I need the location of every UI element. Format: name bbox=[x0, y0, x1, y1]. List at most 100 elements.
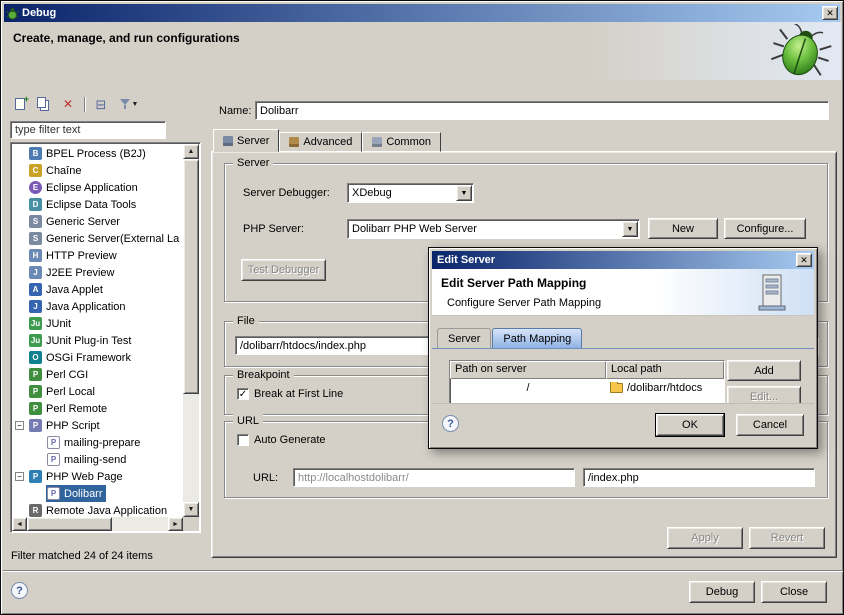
scroll-down-button[interactable]: ▼ bbox=[183, 502, 199, 517]
tree-vertical-scrollbar[interactable]: ▲ ▼ bbox=[183, 144, 199, 517]
new-launch-configuration-button[interactable]: + bbox=[9, 94, 31, 114]
tree-item-perl-cgi[interactable]: P Perl CGI bbox=[12, 366, 183, 383]
column-header-path-on-server[interactable]: Path on server bbox=[450, 361, 606, 379]
close-button[interactable]: Close bbox=[761, 581, 827, 603]
tab-server-settings[interactable]: Server bbox=[437, 328, 491, 348]
tab-advanced[interactable]: Advanced bbox=[279, 132, 362, 152]
scroll-left-button[interactable]: ◄ bbox=[12, 517, 27, 531]
chevron-down-icon: ▼ bbox=[461, 190, 468, 197]
delete-icon: ✕ bbox=[63, 97, 73, 111]
new-server-button[interactable]: New bbox=[648, 218, 718, 239]
tree-item-label: BPEL Process (B2J) bbox=[46, 148, 146, 160]
tree-item-label: J2EE Preview bbox=[46, 267, 114, 279]
server-debugger-label: Server Debugger: bbox=[243, 187, 330, 199]
tree-item-java-applet[interactable]: AJava Applet bbox=[12, 281, 183, 298]
tree-item-generic-server-external-la[interactable]: SGeneric Server(External La bbox=[12, 230, 183, 247]
tree-item-label: HTTP Preview bbox=[46, 250, 117, 262]
tab-common[interactable]: Common bbox=[362, 132, 441, 152]
tree-item-php-script[interactable]: −PPHP Script bbox=[12, 417, 183, 434]
tree-item-remote-java-application[interactable]: RRemote Java Application bbox=[12, 502, 183, 517]
tree-item-dolibarr[interactable]: PDolibarr bbox=[12, 485, 183, 502]
combo-dropdown-button[interactable]: ▼ bbox=[456, 185, 472, 201]
apply-button[interactable]: Apply bbox=[667, 527, 743, 549]
path-mapping-row[interactable]: //dolibarr/htdocs bbox=[450, 379, 724, 396]
name-input[interactable]: Dolibarr bbox=[255, 101, 829, 120]
filter-input[interactable]: type filter text bbox=[10, 121, 166, 139]
tree-rows: BBPEL Process (B2J)CChaîneEEclipse Appli… bbox=[12, 145, 183, 517]
tree-item-j2ee-preview[interactable]: JJ2EE Preview bbox=[12, 264, 183, 281]
delete-launch-configuration-button[interactable]: ✕ bbox=[57, 94, 79, 114]
perl-icon: P bbox=[29, 368, 42, 381]
close-icon: ✕ bbox=[800, 255, 808, 266]
close-icon: ✕ bbox=[826, 8, 834, 19]
url-base-input[interactable]: http://localhostdolibarr/ bbox=[293, 468, 575, 487]
debug-button[interactable]: Debug bbox=[689, 581, 755, 603]
help-button[interactable]: ? bbox=[11, 582, 28, 599]
tree-item-content: SGeneric Server(External La bbox=[28, 230, 182, 247]
edit-server-heading: Edit Server Path Mapping bbox=[441, 276, 586, 290]
tree-item-junit[interactable]: JuJUnit bbox=[12, 315, 183, 332]
server-debugger-combo[interactable]: XDebug ▼ bbox=[347, 183, 474, 203]
eclipse-data-tools-icon: D bbox=[29, 198, 42, 211]
tree-item-eclipse-application[interactable]: EEclipse Application bbox=[12, 179, 183, 196]
tree-item-bpel-process-b2j[interactable]: BBPEL Process (B2J) bbox=[12, 145, 183, 162]
edit-server-tab-bar: Server Path Mapping bbox=[432, 328, 814, 349]
cancel-button[interactable]: Cancel bbox=[736, 414, 804, 436]
tree-item-generic-server[interactable]: SGeneric Server bbox=[12, 213, 183, 230]
vertical-scroll-thumb[interactable] bbox=[183, 159, 199, 394]
tree-item-perl-remote[interactable]: PPerl Remote bbox=[12, 400, 183, 417]
revert-button[interactable]: Revert bbox=[749, 527, 825, 549]
duplicate-launch-configuration-button[interactable] bbox=[33, 94, 55, 114]
chain-icon: C bbox=[29, 164, 42, 177]
titlebar[interactable]: Debug ✕ bbox=[4, 4, 840, 22]
tree-expander-icon[interactable]: − bbox=[15, 421, 24, 430]
tree-item-content: Pmailing-send bbox=[46, 451, 129, 468]
auto-generate-checkbox[interactable]: Auto Generate bbox=[237, 434, 326, 446]
php-server-combo[interactable]: Dolibarr PHP Web Server ▼ bbox=[347, 219, 640, 239]
tree-item-label: Perl CGI bbox=[46, 369, 88, 381]
tree-item-cha-ne[interactable]: CChaîne bbox=[12, 162, 183, 179]
arrow-up-icon: ▲ bbox=[188, 148, 195, 155]
tree-expander-icon[interactable]: − bbox=[15, 472, 24, 481]
tree-horizontal-scrollbar[interactable]: ◄ ► bbox=[12, 517, 183, 531]
collapse-all-button[interactable]: ⊟ bbox=[90, 94, 112, 114]
tree-item-content: JuJUnit Plug-in Test bbox=[28, 332, 134, 349]
tree-item-content: P Perl CGI bbox=[28, 366, 91, 383]
url-path-input[interactable]: /index.php bbox=[583, 468, 815, 487]
tree-item-mailing-prepare[interactable]: Pmailing-prepare bbox=[12, 434, 183, 451]
tree-item-content: PPHP Web Page bbox=[28, 468, 126, 485]
scroll-right-button[interactable]: ► bbox=[168, 517, 183, 531]
break-at-first-line-checkbox[interactable]: ✓ Break at First Line bbox=[237, 388, 343, 400]
horizontal-scroll-thumb[interactable] bbox=[27, 517, 112, 531]
tree-item-java-application[interactable]: JJava Application bbox=[12, 298, 183, 315]
tab-server[interactable]: Server bbox=[213, 129, 279, 152]
tree-item-osgi-framework[interactable]: OOSGi Framework bbox=[12, 349, 183, 366]
generic-server-icon: S bbox=[29, 232, 42, 245]
tree-item-mailing-send[interactable]: Pmailing-send bbox=[12, 451, 183, 468]
tree-item-content: DEclipse Data Tools bbox=[28, 196, 139, 213]
tree-item-content: BBPEL Process (B2J) bbox=[28, 145, 149, 162]
tree-item-http-preview[interactable]: HHTTP Preview bbox=[12, 247, 183, 264]
edit-server-titlebar[interactable]: Edit Server ✕ bbox=[432, 251, 814, 269]
add-mapping-button[interactable]: Add bbox=[727, 360, 801, 381]
file-group-legend: File bbox=[233, 314, 259, 329]
test-debugger-button[interactable]: Test Debugger bbox=[241, 259, 326, 281]
tree-item-php-web-page[interactable]: −PPHP Web Page bbox=[12, 468, 183, 485]
combo-dropdown-button[interactable]: ▼ bbox=[622, 221, 638, 237]
tree-item-content: Pmailing-prepare bbox=[46, 434, 143, 451]
column-header-local-path[interactable]: Local path bbox=[606, 361, 724, 379]
window-close-button[interactable]: ✕ bbox=[822, 6, 838, 20]
configure-server-button[interactable]: Configure... bbox=[724, 218, 806, 239]
perl-icon: P bbox=[29, 385, 42, 398]
tree-item-junit-plug-in-test[interactable]: JuJUnit Plug-in Test bbox=[12, 332, 183, 349]
tab-path-mapping[interactable]: Path Mapping bbox=[492, 328, 582, 348]
edit-server-close-button[interactable]: ✕ bbox=[796, 253, 812, 267]
filter-menu-button[interactable]: ▼ bbox=[114, 94, 144, 114]
ok-button[interactable]: OK bbox=[656, 414, 724, 436]
dialog-help-button[interactable]: ? bbox=[442, 415, 459, 432]
tree-item-perl-local[interactable]: PPerl Local bbox=[12, 383, 183, 400]
tree-item-eclipse-data-tools[interactable]: DEclipse Data Tools bbox=[12, 196, 183, 213]
scroll-up-button[interactable]: ▲ bbox=[183, 144, 199, 159]
filter-status-text: Filter matched 24 of 24 items bbox=[11, 550, 153, 562]
java-application-icon: J bbox=[29, 300, 42, 313]
